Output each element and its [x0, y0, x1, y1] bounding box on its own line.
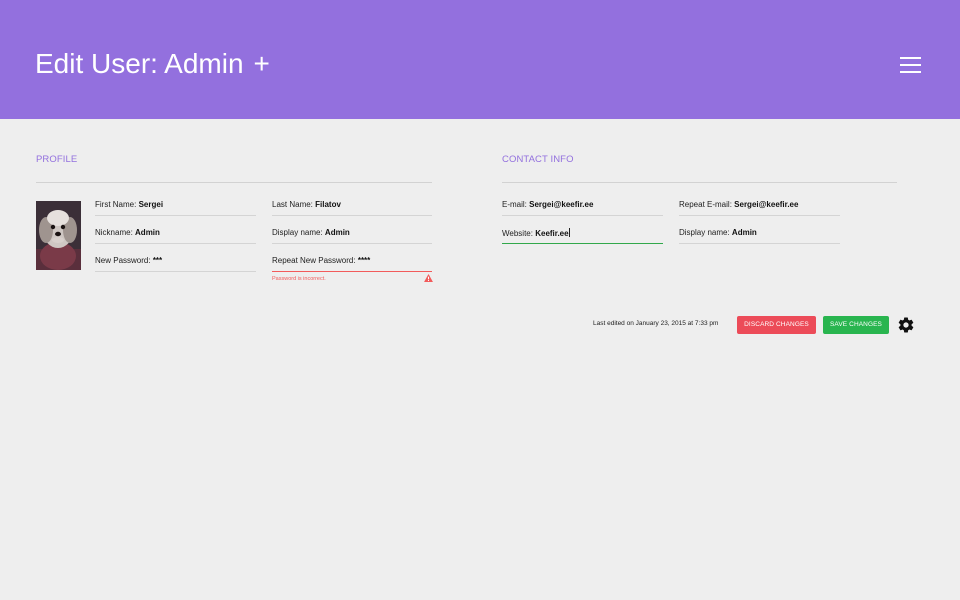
last-name-field[interactable]: Last Name: Filatov: [272, 200, 432, 216]
page-title: Edit User: Admin: [35, 48, 244, 79]
last-name-label: Last Name:: [272, 200, 313, 209]
profile-divider: [36, 182, 432, 183]
avatar[interactable]: [36, 201, 81, 270]
first-name-field[interactable]: First Name: Sergei: [95, 200, 256, 216]
first-name-label: First Name:: [95, 200, 137, 209]
page-title-wrap: Edit User: Admin +: [35, 47, 270, 81]
display-name-value: Admin: [324, 228, 350, 237]
nickname-label: Nickname:: [95, 228, 133, 237]
gear-icon[interactable]: [897, 316, 915, 334]
website-label: Website:: [502, 229, 533, 238]
nickname-value: Admin: [135, 228, 160, 237]
hamburger-menu-icon[interactable]: [900, 57, 921, 73]
website-field[interactable]: Website: Keefir.ee: [502, 228, 663, 244]
email-label: E-mail:: [502, 200, 527, 209]
contact-display-name-field[interactable]: Display name: Admin: [679, 228, 840, 244]
discard-changes-button[interactable]: DISCARD CHANGES: [737, 316, 816, 334]
password-error-message: Password is incorrect.: [272, 276, 326, 282]
display-name-field[interactable]: Display name: Admin: [272, 228, 432, 244]
last-edited-text: Last edited on January 23, 2015 at 7:33 …: [593, 320, 719, 327]
repeat-email-value: Sergei@keefir.ee: [734, 200, 799, 209]
contact-divider: [502, 182, 897, 183]
first-name-value: Sergei: [138, 200, 164, 209]
dog-photo-avatar: [36, 201, 81, 270]
profile-section-title: PROFILE: [36, 154, 78, 165]
repeat-password-label: Repeat New Password:: [272, 256, 356, 265]
new-password-field[interactable]: New Password: ***: [95, 256, 256, 272]
contact-section-title: CONTACT INFO: [502, 154, 574, 165]
repeat-email-field[interactable]: Repeat E-mail: Sergei@keefir.ee: [679, 200, 840, 216]
email-field[interactable]: E-mail: Sergei@keefir.ee: [502, 200, 663, 216]
contact-display-name-value: Admin: [731, 228, 757, 237]
text-cursor: [568, 228, 570, 237]
app-header: Edit User: Admin +: [0, 0, 960, 119]
repeat-email-label: Repeat E-mail:: [679, 200, 732, 209]
repeat-password-field[interactable]: Repeat New Password: ****: [272, 256, 432, 272]
save-changes-button[interactable]: SAVE CHANGES: [823, 316, 889, 334]
nickname-field[interactable]: Nickname: Admin: [95, 228, 256, 244]
last-name-value: Filatov: [315, 200, 341, 209]
new-password-value: ***: [152, 256, 163, 265]
warning-icon: [424, 274, 433, 282]
email-value: Sergei@keefir.ee: [529, 200, 594, 209]
new-password-label: New Password:: [95, 256, 151, 265]
display-name-label: Display name:: [272, 228, 323, 237]
add-icon[interactable]: +: [254, 47, 270, 81]
repeat-password-value: ****: [357, 256, 371, 265]
website-value: Keefir.ee: [535, 229, 569, 238]
contact-display-name-label: Display name:: [679, 228, 730, 237]
